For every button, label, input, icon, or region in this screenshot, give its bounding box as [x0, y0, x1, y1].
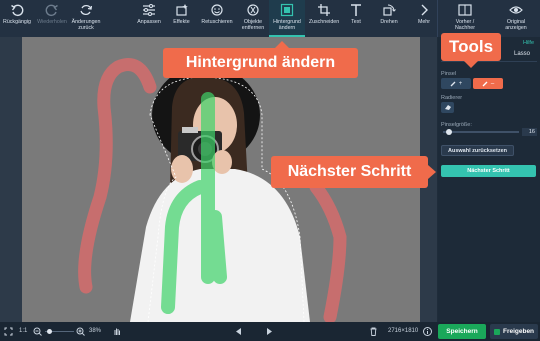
retouch-icon: [210, 0, 224, 20]
slider-thumb[interactable]: [446, 129, 452, 135]
brush-label: Pinsel: [441, 71, 456, 77]
eye-icon: [509, 0, 523, 20]
tab-lasso[interactable]: Lasso: [514, 51, 530, 57]
more-label: Mehr: [417, 19, 431, 25]
original-label-line2: anzeigen: [505, 24, 527, 31]
tools-panel: Hilfe Lasso Pinsel + – Radierer Pinselgr…: [438, 37, 540, 322]
callout-tools-text: Tools: [448, 37, 494, 56]
rotate-icon: [382, 0, 396, 20]
top-toolbar: Rückgängig Wiederholen Änderungen zurück…: [0, 0, 540, 37]
adjust-tool[interactable]: Anpassen: [132, 0, 166, 37]
brush-size-slider[interactable]: [443, 129, 519, 135]
redo-button[interactable]: Wiederholen: [34, 0, 70, 37]
callout-arrow: [275, 41, 289, 48]
info-icon[interactable]: [423, 327, 432, 336]
share-button-label: Freigeben: [502, 328, 535, 335]
eraser-icon: [444, 105, 451, 110]
retouch-tool[interactable]: Retuschieren: [197, 0, 237, 37]
trash-icon[interactable]: [370, 327, 377, 336]
brush-size-label: Pinselgröße:: [441, 122, 472, 128]
undo-button[interactable]: Rückgängig: [0, 0, 34, 37]
before-after-label-line2: Nachher: [454, 24, 476, 31]
retouch-label: Retuschieren: [201, 19, 233, 25]
bottom-bar: 1:1 38% 2716×1810 Speichern Freigeben: [0, 322, 540, 341]
callout-change-background: Hintergrund ändern: [163, 41, 358, 78]
next-image-icon[interactable]: [266, 328, 272, 335]
fit-screen-icon[interactable]: [4, 327, 13, 336]
before-after-button[interactable]: Vorher / Nachher: [441, 0, 489, 37]
help-link[interactable]: Hilfe: [523, 40, 534, 46]
zoom-slider-thumb[interactable]: [47, 329, 52, 334]
redo-label: Wiederholen: [37, 19, 67, 25]
remove-label-line2: entfernen: [241, 24, 265, 31]
text-icon: [349, 0, 363, 20]
effects-icon: [175, 0, 189, 20]
reset-selection-button[interactable]: Auswahl zurücksetzen: [441, 145, 514, 156]
zoom-slider[interactable]: [45, 329, 74, 334]
tab-underline: [441, 61, 537, 62]
change-background-tool[interactable]: Hintergrund ändern: [269, 0, 305, 37]
save-button[interactable]: Speichern: [438, 324, 486, 339]
remove-objects-tool[interactable]: Objekte entfernen: [237, 0, 269, 37]
crop-label: Zuschneiden: [308, 19, 340, 25]
rotate-label: Drehen: [380, 19, 398, 25]
show-original-button[interactable]: Original anzeigen: [494, 0, 538, 37]
brush-icon: [450, 81, 456, 87]
brush-remove-label: –: [490, 80, 495, 87]
crop-icon: [317, 0, 331, 20]
eraser-label: Radierer: [441, 95, 463, 101]
previous-image-icon[interactable]: [236, 328, 242, 335]
brush-add-label: +: [458, 80, 463, 87]
image-dimensions: 2716×1810: [388, 328, 419, 334]
reset-icon: [79, 0, 93, 20]
eraser-button[interactable]: [441, 102, 454, 113]
next-step-button[interactable]: Nächster Schritt: [441, 165, 536, 177]
share-icon: [493, 328, 500, 335]
callout-arrow: [464, 61, 478, 68]
callout-next-step: Nächster Schritt: [271, 156, 436, 188]
adjust-label: Anpassen: [137, 19, 161, 25]
effects-label: Effekte: [173, 19, 190, 25]
share-button[interactable]: Freigeben: [490, 324, 538, 339]
actual-size-button[interactable]: 1:1: [19, 328, 27, 334]
zoom-in-icon[interactable]: [76, 327, 85, 336]
more-tools-button[interactable]: Mehr: [411, 0, 437, 37]
discard-label-line2: zurück: [78, 24, 94, 31]
zoom-value: 38%: [89, 328, 102, 334]
hand-tool-icon[interactable]: [113, 327, 121, 336]
callout-arrow: [428, 165, 436, 179]
eraser-object-icon: [246, 0, 260, 20]
brush-icon: [482, 81, 488, 87]
rotate-tool[interactable]: Drehen: [372, 0, 406, 37]
callout-next-step-text: Nächster Schritt: [287, 163, 412, 180]
background-change-icon: [280, 0, 294, 20]
split-view-icon: [458, 0, 472, 20]
brush-size-value[interactable]: 16: [522, 128, 537, 136]
bg-label-line2: ändern: [278, 24, 296, 31]
toolbar-divider: [437, 0, 438, 37]
chevron-right-icon: [419, 0, 429, 20]
callout-change-background-text: Hintergrund ändern: [185, 54, 336, 71]
undo-label: Rückgängig: [3, 19, 31, 25]
effects-tool[interactable]: Effekte: [166, 0, 197, 37]
brush-remove-button[interactable]: –: [473, 78, 503, 89]
brush-add-button[interactable]: +: [441, 78, 471, 89]
hand-left: [171, 155, 193, 183]
undo-icon: [10, 0, 24, 20]
discard-changes-button[interactable]: Änderungen zurück: [70, 0, 102, 37]
text-tool[interactable]: Text: [343, 0, 369, 37]
zoom-out-icon[interactable]: [33, 327, 42, 336]
redo-icon: [45, 0, 59, 20]
text-label: Text: [351, 19, 361, 25]
callout-tools: Tools: [441, 33, 501, 68]
sliders-icon: [142, 0, 156, 20]
crop-tool[interactable]: Zuschneiden: [305, 0, 343, 37]
